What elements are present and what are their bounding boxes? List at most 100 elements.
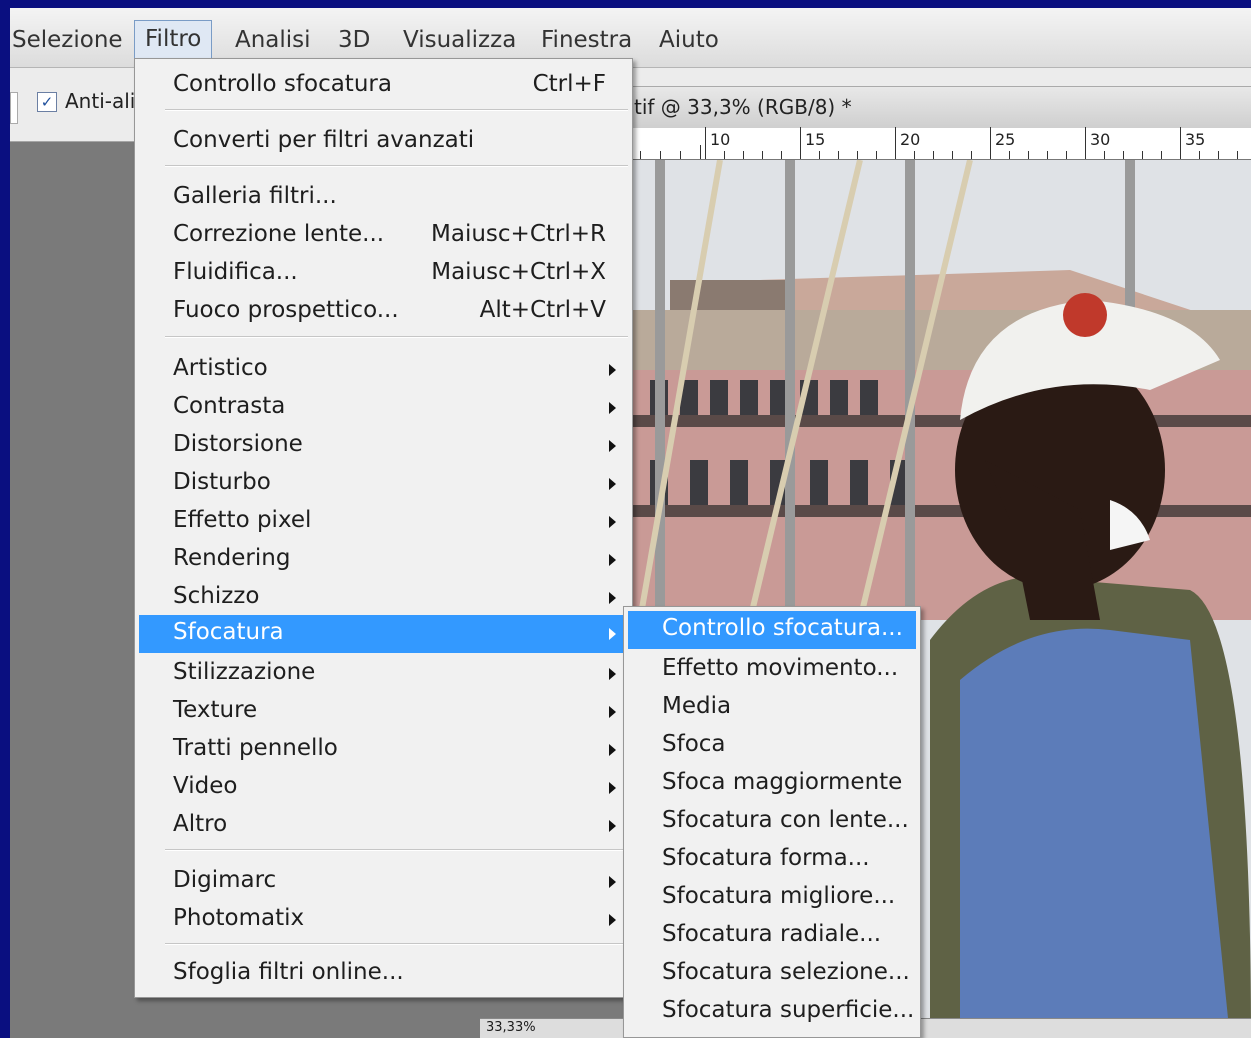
filter-menu: Controllo sfocatura Ctrl+F Converti per … (134, 58, 633, 998)
menu-item-label: Contrasta (173, 393, 286, 419)
submenu-arrow-icon (609, 744, 616, 756)
menu-item-controllo-sfocatura[interactable]: Controllo sfocatura Ctrl+F (139, 67, 628, 105)
horizontal-ruler: 10 15 20 25 30 35 (630, 127, 1251, 160)
shortcut-label: Maiusc+Ctrl+X (431, 259, 606, 285)
submenu-arrow-icon (609, 364, 616, 376)
color-swatch[interactable] (10, 92, 18, 124)
menu-visualizza[interactable]: Visualizza (393, 22, 526, 58)
menu-selezione[interactable]: Selezione (10, 22, 133, 58)
menu-analisi[interactable]: Analisi (225, 22, 321, 58)
menu-item-effetto-pixel[interactable]: Effetto pixel (139, 503, 628, 541)
menu-item-galleria-filtri[interactable]: Galleria filtri... (139, 179, 628, 217)
menu-item-photomatix[interactable]: Photomatix (139, 901, 628, 939)
menu-item-label: Sfocatura migliore... (662, 883, 896, 909)
separator (165, 165, 628, 167)
menu-item-label: Rendering (173, 545, 291, 571)
menu-item-label: Texture (173, 697, 258, 723)
submenu-arrow-icon (609, 402, 616, 414)
menu-item-video[interactable]: Video (139, 769, 628, 807)
ruler-label: 35 (1185, 130, 1206, 149)
menu-item-schizzo[interactable]: Schizzo (139, 579, 628, 617)
menu-filtro[interactable]: Filtro (134, 20, 213, 58)
zoom-level[interactable]: 33,33% (486, 1020, 536, 1035)
menu-item-label: Sfocatura selezione... (662, 959, 910, 985)
ruler-label: 10 (710, 130, 731, 149)
document-tab[interactable]: tif @ 33,3% (RGB/8) * (630, 86, 1251, 128)
separator (165, 336, 628, 338)
submenu-item-sfocatura-radiale[interactable]: Sfocatura radiale... (628, 917, 916, 955)
menu-item-disturbo[interactable]: Disturbo (139, 465, 628, 503)
ruler-label: 30 (1090, 130, 1111, 149)
menu-item-digimarc[interactable]: Digimarc (139, 863, 628, 901)
menu-item-label: Tratti pennello (173, 735, 338, 761)
menu-item-label: Controllo sfocatura... (662, 615, 903, 641)
submenu-item-media[interactable]: Media (628, 689, 916, 727)
menu-aiuto[interactable]: Aiuto (649, 22, 729, 58)
menu-item-sfoglia-filtri-online[interactable]: Sfoglia filtri online... (139, 955, 628, 993)
menu-item-label: Digimarc (173, 867, 277, 893)
menu-item-label: Photomatix (173, 905, 305, 931)
submenu-item-sfoca[interactable]: Sfoca (628, 727, 916, 765)
menu-item-rendering[interactable]: Rendering (139, 541, 628, 579)
submenu-item-effetto-movimento[interactable]: Effetto movimento... (628, 651, 916, 689)
menu-3d[interactable]: 3D (328, 22, 380, 58)
menu-item-distorsione[interactable]: Distorsione (139, 427, 628, 465)
menu-item-stilizzazione[interactable]: Stilizzazione (139, 655, 628, 693)
menu-item-label: Fluidifica... (173, 259, 298, 285)
menu-item-tratti-pennello[interactable]: Tratti pennello (139, 731, 628, 769)
menu-item-label: Sfocatura superficie... (662, 997, 915, 1023)
submenu-arrow-icon (609, 478, 616, 490)
menu-item-label: Effetto pixel (173, 507, 312, 533)
submenu-arrow-icon (609, 706, 616, 718)
menu-item-label: Video (173, 773, 238, 799)
blur-submenu: Controllo sfocatura... Effetto movimento… (623, 606, 921, 1038)
ruler-label: 25 (995, 130, 1016, 149)
menu-item-label: Controllo sfocatura (173, 71, 392, 97)
submenu-arrow-icon (609, 516, 616, 528)
menu-item-label: Sfoglia filtri online... (173, 959, 404, 985)
submenu-item-sfocatura-migliore[interactable]: Sfocatura migliore... (628, 879, 916, 917)
menu-item-label: Artistico (173, 355, 268, 381)
submenu-item-sfocatura-selezione[interactable]: Sfocatura selezione... (628, 955, 916, 993)
menu-item-label: Sfocatura (173, 619, 284, 645)
submenu-item-controllo-sfocatura[interactable]: Controllo sfocatura... (628, 611, 916, 649)
menu-item-label: Converti per filtri avanzati (173, 127, 475, 153)
submenu-arrow-icon (609, 876, 616, 888)
submenu-item-sfocatura-superficie[interactable]: Sfocatura superficie... (628, 993, 916, 1031)
menu-item-label: Schizzo (173, 583, 260, 609)
shortcut-label: Alt+Ctrl+V (479, 297, 606, 323)
menu-item-fluidifica[interactable]: Fluidifica... Maiusc+Ctrl+X (139, 255, 628, 293)
antialias-checkbox[interactable]: ✓ (37, 92, 57, 112)
ruler-label: 20 (900, 130, 921, 149)
menu-item-altro[interactable]: Altro (139, 807, 628, 845)
menu-item-label: Sfoca (662, 731, 726, 757)
separator (165, 109, 628, 111)
menu-item-contrasta[interactable]: Contrasta (139, 389, 628, 427)
menu-item-label: Media (662, 693, 732, 719)
ruler-label: 15 (805, 130, 826, 149)
submenu-item-sfoca-maggiormente[interactable]: Sfoca maggiormente (628, 765, 916, 803)
submenu-item-sfocatura-forma[interactable]: Sfocatura forma... (628, 841, 916, 879)
menu-item-fuoco-prospettico[interactable]: Fuoco prospettico... Alt+Ctrl+V (139, 293, 628, 331)
menu-item-correzione-lente[interactable]: Correzione lente... Maiusc+Ctrl+R (139, 217, 628, 255)
menu-item-label: Sfocatura forma... (662, 845, 870, 871)
menu-item-label: Distorsione (173, 431, 303, 457)
submenu-item-sfocatura-con-lente[interactable]: Sfocatura con lente... (628, 803, 916, 841)
menu-item-label: Effetto movimento... (662, 655, 899, 681)
submenu-arrow-icon (609, 554, 616, 566)
menu-item-label: Altro (173, 811, 228, 837)
menu-item-label: Sfoca maggiormente (662, 769, 903, 795)
menu-item-label: Stilizzazione (173, 659, 316, 685)
menu-item-artistico[interactable]: Artistico (139, 351, 628, 389)
separator (165, 943, 628, 945)
menu-item-converti-filtri-avanzati[interactable]: Converti per filtri avanzati (139, 123, 628, 161)
submenu-arrow-icon (609, 668, 616, 680)
menu-finestra[interactable]: Finestra (531, 22, 642, 58)
menu-item-label: Correzione lente... (173, 221, 385, 247)
menu-item-label: Disturbo (173, 469, 271, 495)
submenu-arrow-icon (609, 628, 616, 640)
menu-item-texture[interactable]: Texture (139, 693, 628, 731)
menu-item-sfocatura[interactable]: Sfocatura (139, 615, 628, 653)
shortcut-label: Maiusc+Ctrl+R (431, 221, 606, 247)
submenu-arrow-icon (609, 914, 616, 926)
